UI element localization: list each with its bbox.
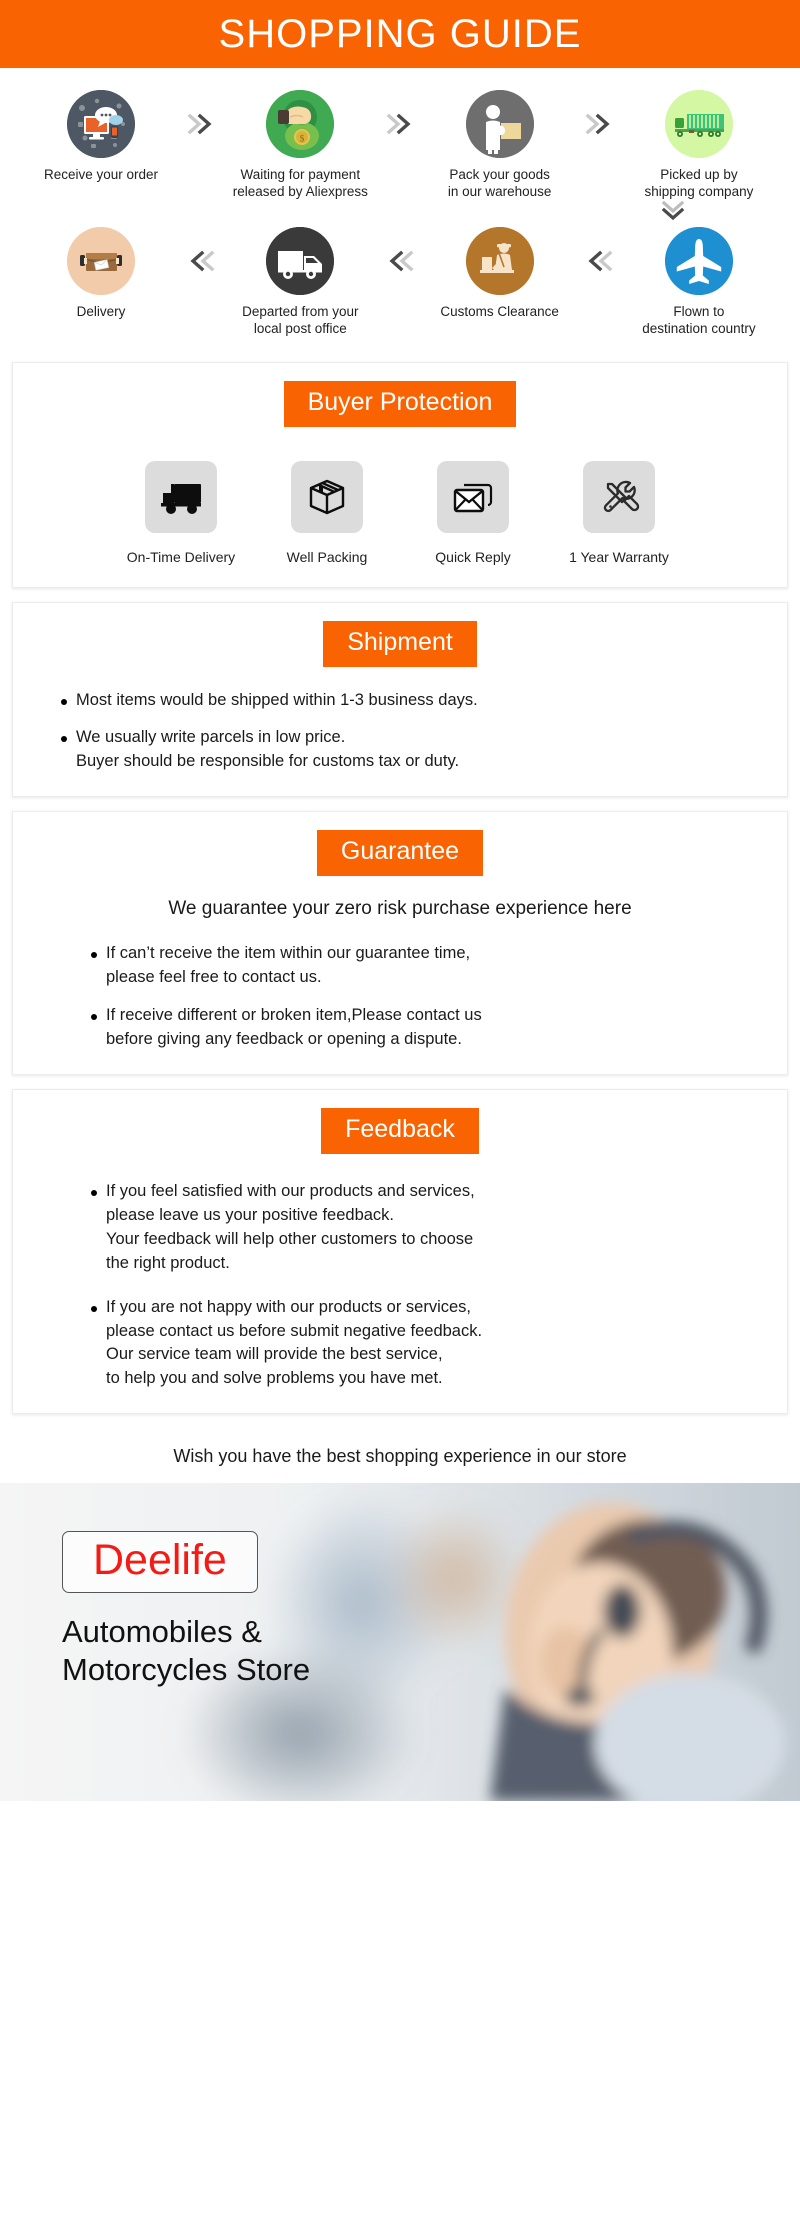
chevron-right-icon: [184, 90, 218, 158]
protection-item-on-time-delivery: On-Time Delivery: [126, 460, 236, 565]
flow-step-receive-order: Receive your order: [26, 90, 176, 184]
money-hand-icon: $: [266, 90, 335, 158]
flow-step-delivery: Delivery: [26, 226, 176, 321]
bullet-text: If can’t receive the item within our gua…: [106, 944, 471, 987]
guarantee-lead-text: We guarantee your zero risk purchase exp…: [168, 898, 632, 920]
truck-icon: [145, 460, 217, 533]
shipment-card: Shipment Most items would be shipped wit…: [12, 601, 788, 798]
svg-text:$: $: [300, 134, 305, 144]
box-icon: [291, 460, 363, 533]
flow-step-departed-post-office: Departed from your local post office: [225, 226, 375, 338]
chevron-left-icon: [582, 227, 616, 295]
flow-step-label: Receive your order: [43, 167, 159, 182]
store-name: Automobiles & Motorcycles Store: [62, 1614, 311, 1688]
cargo-truck-icon: [664, 90, 733, 158]
chevron-left-icon: [184, 227, 218, 295]
chevron-down-icon: [26, 199, 748, 221]
buyer-protection-card: Buyer Protection On-Time Delivery Well P…: [12, 361, 788, 588]
page-header: SHOPPING GUIDE: [0, 0, 800, 68]
bullet-dot: [91, 952, 97, 959]
guarantee-card: Guarantee We guarantee your zero risk pu…: [12, 811, 788, 1075]
chevron-right-icon: [582, 90, 616, 158]
list-item: We usually write parcels in low price. B…: [61, 726, 739, 774]
flow-step-label: Waiting for payment released by Aliexpre…: [232, 167, 368, 199]
flow-step-customs-clearance: Customs Clearance: [425, 226, 575, 321]
protection-item-quick-reply: Quick Reply: [418, 460, 528, 565]
list-item: Most items would be shipped within 1-3 b…: [61, 689, 739, 713]
bullet-dot: [91, 1189, 97, 1196]
feedback-badge: Feedback: [321, 1107, 479, 1154]
envelope-icon: [437, 460, 509, 533]
store-footer-banner: Deelife Automobiles & Motorcycles Store: [0, 1483, 800, 1802]
shipping-process-flow: Receive your order $ Waiting for payment…: [0, 68, 800, 348]
bullet-text: If you feel satisfied with our products …: [106, 1181, 475, 1272]
feedback-card: Feedback If you feel satisfied with our …: [12, 1088, 788, 1415]
airplane-icon: [664, 226, 733, 295]
delivery-van-icon: [266, 226, 335, 295]
chevron-left-icon: [383, 227, 417, 295]
shipment-badge: Shipment: [323, 620, 477, 667]
store-logo: Deelife: [62, 1531, 258, 1594]
guarantee-badge: Guarantee: [316, 830, 484, 877]
protection-item-label: 1 Year Warranty: [569, 548, 669, 565]
bullet-dot: [91, 1305, 97, 1312]
flow-step-pack-goods: Pack your goods in our warehouse: [425, 90, 575, 201]
bullet-text: Most items would be shipped within 1-3 b…: [76, 690, 478, 709]
flow-step-label: Delivery: [76, 303, 126, 319]
bullet-dot: [91, 1014, 97, 1021]
list-item: If you feel satisfied with our products …: [91, 1180, 739, 1276]
bullet-text: We usually write parcels in low price. B…: [76, 728, 460, 771]
guarantee-bullets: If can’t receive the item within our gua…: [13, 942, 787, 1052]
bullet-dot: [61, 736, 67, 743]
list-item: If receive different or broken item,Plea…: [91, 1004, 739, 1052]
buyer-protection-badge: Buyer Protection: [283, 380, 517, 427]
closing-message: Wish you have the best shopping experien…: [173, 1446, 627, 1467]
process-flow-row-2: Delivery Departed from your local post o…: [26, 226, 774, 338]
protection-item-well-packing: Well Packing: [272, 460, 382, 565]
protection-item-warranty: 1 Year Warranty: [564, 460, 674, 565]
protection-item-label: Quick Reply: [435, 548, 511, 565]
flow-step-label: Departed from your local post office: [242, 303, 359, 336]
worker-package-icon: [465, 90, 534, 158]
process-flow-row-1: Receive your order $ Waiting for payment…: [26, 90, 774, 201]
tools-icon: [583, 460, 655, 533]
protection-item-label: Well Packing: [286, 548, 368, 565]
flow-step-waiting-payment: $ Waiting for payment released by Aliexp…: [225, 90, 375, 201]
shipment-bullets: Most items would be shipped within 1-3 b…: [13, 689, 787, 775]
store-logo-text: Deelife: [93, 1536, 227, 1585]
list-item: If you are not happy with our products o…: [91, 1296, 739, 1392]
flow-step-label: Pack your goods in our warehouse: [447, 167, 552, 199]
bullet-text: If you are not happy with our products o…: [106, 1297, 483, 1388]
chevron-right-icon: [383, 90, 417, 158]
feedback-bullets: If you feel satisfied with our products …: [13, 1180, 787, 1391]
flow-step-label: Flown to destination country: [642, 303, 756, 336]
flow-step-label: Customs Clearance: [440, 303, 559, 319]
flow-step-flown-destination: Flown to destination country: [624, 226, 774, 338]
flow-step-label: Picked up by shipping company: [644, 167, 754, 199]
bullet-dot: [61, 698, 67, 705]
list-item: If can’t receive the item within our gua…: [91, 942, 739, 990]
computer-chat-icon: [67, 90, 135, 158]
open-parcel-icon: [67, 226, 135, 295]
protection-item-label: On-Time Delivery: [126, 548, 236, 565]
protection-items: On-Time Delivery Well Packing Quick Repl…: [13, 460, 787, 565]
bullet-text: If receive different or broken item,Plea…: [106, 1006, 482, 1049]
customs-officer-icon: [465, 226, 534, 295]
page-title: SHOPPING GUIDE: [218, 11, 582, 56]
flow-step-picked-up: Picked up by shipping company: [624, 90, 774, 201]
